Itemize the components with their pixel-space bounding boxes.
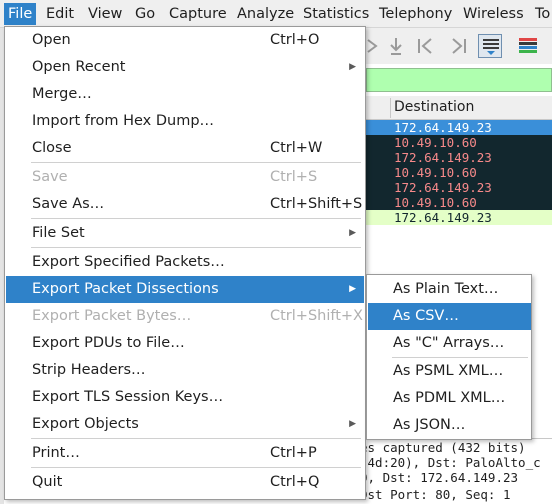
menu-edit[interactable]: Edit (42, 3, 78, 25)
packet-list: 172.64.149.23 10.49.10.60 172.64.149.23 … (366, 120, 552, 225)
detail-line-ethernet[interactable]: :4d:20), Dst: PaloAlto_c (360, 455, 541, 470)
menu-go[interactable]: Go (131, 3, 159, 25)
submenu-arrow-icon: ▶ (349, 62, 356, 72)
menu-item-open[interactable]: Open Ctrl+O (6, 27, 364, 54)
menu-file[interactable]: File (4, 3, 37, 25)
menu-item-export-packet-dissections[interactable]: Export Packet Dissections ▶ (6, 276, 364, 303)
autoscroll-icon[interactable] (478, 34, 502, 58)
menu-item-export-packet-bytes: Export Packet Bytes… Ctrl+Shift+X (6, 303, 364, 330)
menu-item-close[interactable]: Close Ctrl+W (6, 135, 364, 162)
menu-item-import-hex-dump[interactable]: Import from Hex Dump… (6, 108, 364, 135)
packet-row[interactable]: 172.64.149.23 (366, 120, 552, 135)
menu-item-merge[interactable]: Merge… (6, 81, 364, 108)
menu-item-label: Export Packet Dissections (32, 281, 219, 297)
submenu-item-psml-xml[interactable]: As PSML XML… (368, 358, 531, 385)
export-dissections-submenu: As Plain Text… As CSV… As "C" Arrays… As… (366, 274, 532, 440)
menu-item-label: Export TLS Session Keys… (32, 389, 224, 405)
menu-separator (31, 162, 361, 163)
menu-item-export-objects[interactable]: Export Objects ▶ (6, 411, 364, 438)
menu-item-label: Export Specified Packets… (32, 254, 225, 270)
menu-item-label: Open (32, 32, 71, 48)
menu-item-label: Print… (32, 445, 80, 461)
menu-item-export-specified-packets[interactable]: Export Specified Packets… (6, 249, 364, 276)
packet-row[interactable]: 10.49.10.60 (366, 135, 552, 150)
packet-row[interactable]: 172.64.149.23 (366, 150, 552, 165)
menu-item-label: Strip Headers… (32, 362, 146, 378)
packet-row[interactable]: 172.64.149.23 (366, 180, 552, 195)
detail-line-ip[interactable]: 0, Dst: 172.64.149.23 (360, 470, 518, 485)
shortcut-label: Ctrl+W (270, 140, 323, 156)
submenu-arrow-icon: ▶ (349, 419, 356, 429)
main-toolbar (366, 28, 552, 64)
menu-item-label: Quit (32, 474, 63, 490)
menu-item-export-tls-keys[interactable]: Export TLS Session Keys… (6, 384, 364, 411)
submenu-item-pdml-xml[interactable]: As PDML XML… (368, 385, 531, 412)
menu-item-print[interactable]: Print… Ctrl+P (6, 440, 364, 467)
menu-item-label: Open Recent (32, 59, 126, 75)
menu-separator (31, 438, 361, 439)
menu-item-save-as[interactable]: Save As… Ctrl+Shift+S (6, 191, 364, 218)
submenu-arrow-icon: ▶ (349, 228, 356, 238)
packet-details-pane: es captured (432 bits) :4d:20), Dst: Pal… (360, 438, 552, 504)
menu-item-quit[interactable]: Quit Ctrl+Q (6, 469, 364, 496)
packet-row[interactable]: 10.49.10.60 (366, 195, 552, 210)
menu-capture[interactable]: Capture (165, 3, 231, 25)
shortcut-label: Ctrl+Shift+X (270, 308, 363, 324)
menu-tools[interactable]: To (531, 3, 552, 25)
menubar: File Edit View Go Capture Analyze Statis… (0, 0, 552, 28)
menu-item-open-recent[interactable]: Open Recent ▶ (6, 54, 364, 81)
menu-separator (31, 247, 361, 248)
shortcut-label: Ctrl+Shift+S (270, 196, 363, 212)
menu-item-file-set[interactable]: File Set ▶ (6, 220, 364, 247)
last-packet-icon[interactable] (446, 34, 470, 58)
menu-item-export-pdus[interactable]: Export PDUs to File… (6, 330, 364, 357)
menu-item-label: Import from Hex Dump… (32, 113, 215, 129)
menu-separator (31, 467, 361, 468)
menu-item-label: Export Objects (32, 416, 139, 432)
menu-view[interactable]: View (84, 3, 126, 25)
menu-item-label: Save As… (32, 196, 105, 212)
packet-row[interactable]: 10.49.10.60 (366, 165, 552, 180)
submenu-item-plain-text[interactable]: As Plain Text… (368, 276, 531, 303)
display-filter-bar[interactable] (366, 68, 552, 92)
menu-item-label: Close (32, 140, 72, 156)
shortcut-label: Ctrl+O (270, 32, 320, 48)
menu-item-label: Export Packet Bytes… (32, 308, 192, 324)
menu-wireless[interactable]: Wireless (459, 3, 528, 25)
packet-list-header: Destination (366, 96, 552, 120)
shortcut-label: Ctrl+P (270, 445, 317, 461)
menu-item-save: Save Ctrl+S (6, 164, 364, 191)
menu-item-label: Save (32, 169, 68, 185)
menu-separator (31, 218, 361, 219)
menu-item-label: Merge… (32, 86, 92, 102)
menu-item-label: File Set (32, 225, 85, 241)
first-packet-icon[interactable] (414, 34, 438, 58)
submenu-arrow-icon: ▶ (349, 284, 356, 294)
menu-statistics[interactable]: Statistics (299, 3, 373, 25)
file-menu: Open Ctrl+O Open Recent ▶ Merge… Import … (4, 26, 366, 500)
column-separator[interactable] (390, 98, 391, 118)
jump-to-packet-icon[interactable] (384, 34, 408, 58)
submenu-item-csv[interactable]: As CSV… (368, 303, 531, 330)
menu-item-label: Export PDUs to File… (32, 335, 185, 351)
menu-analyze[interactable]: Analyze (233, 3, 298, 25)
menu-telephony[interactable]: Telephony (375, 3, 456, 25)
detail-line-tcp[interactable]: Dst Port: 80, Seq: 1 (360, 487, 511, 502)
colorize-icon[interactable] (516, 34, 540, 58)
submenu-item-c-arrays[interactable]: As "C" Arrays… (368, 330, 531, 357)
menu-item-strip-headers[interactable]: Strip Headers… (6, 357, 364, 384)
column-destination[interactable]: Destination (394, 99, 474, 115)
packet-row[interactable]: 172.64.149.23 (366, 210, 552, 225)
submenu-item-json[interactable]: As JSON… (368, 412, 531, 439)
detail-line-frame[interactable]: es captured (432 bits) (360, 440, 526, 455)
shortcut-label: Ctrl+S (270, 169, 318, 185)
shortcut-label: Ctrl+Q (270, 474, 320, 490)
